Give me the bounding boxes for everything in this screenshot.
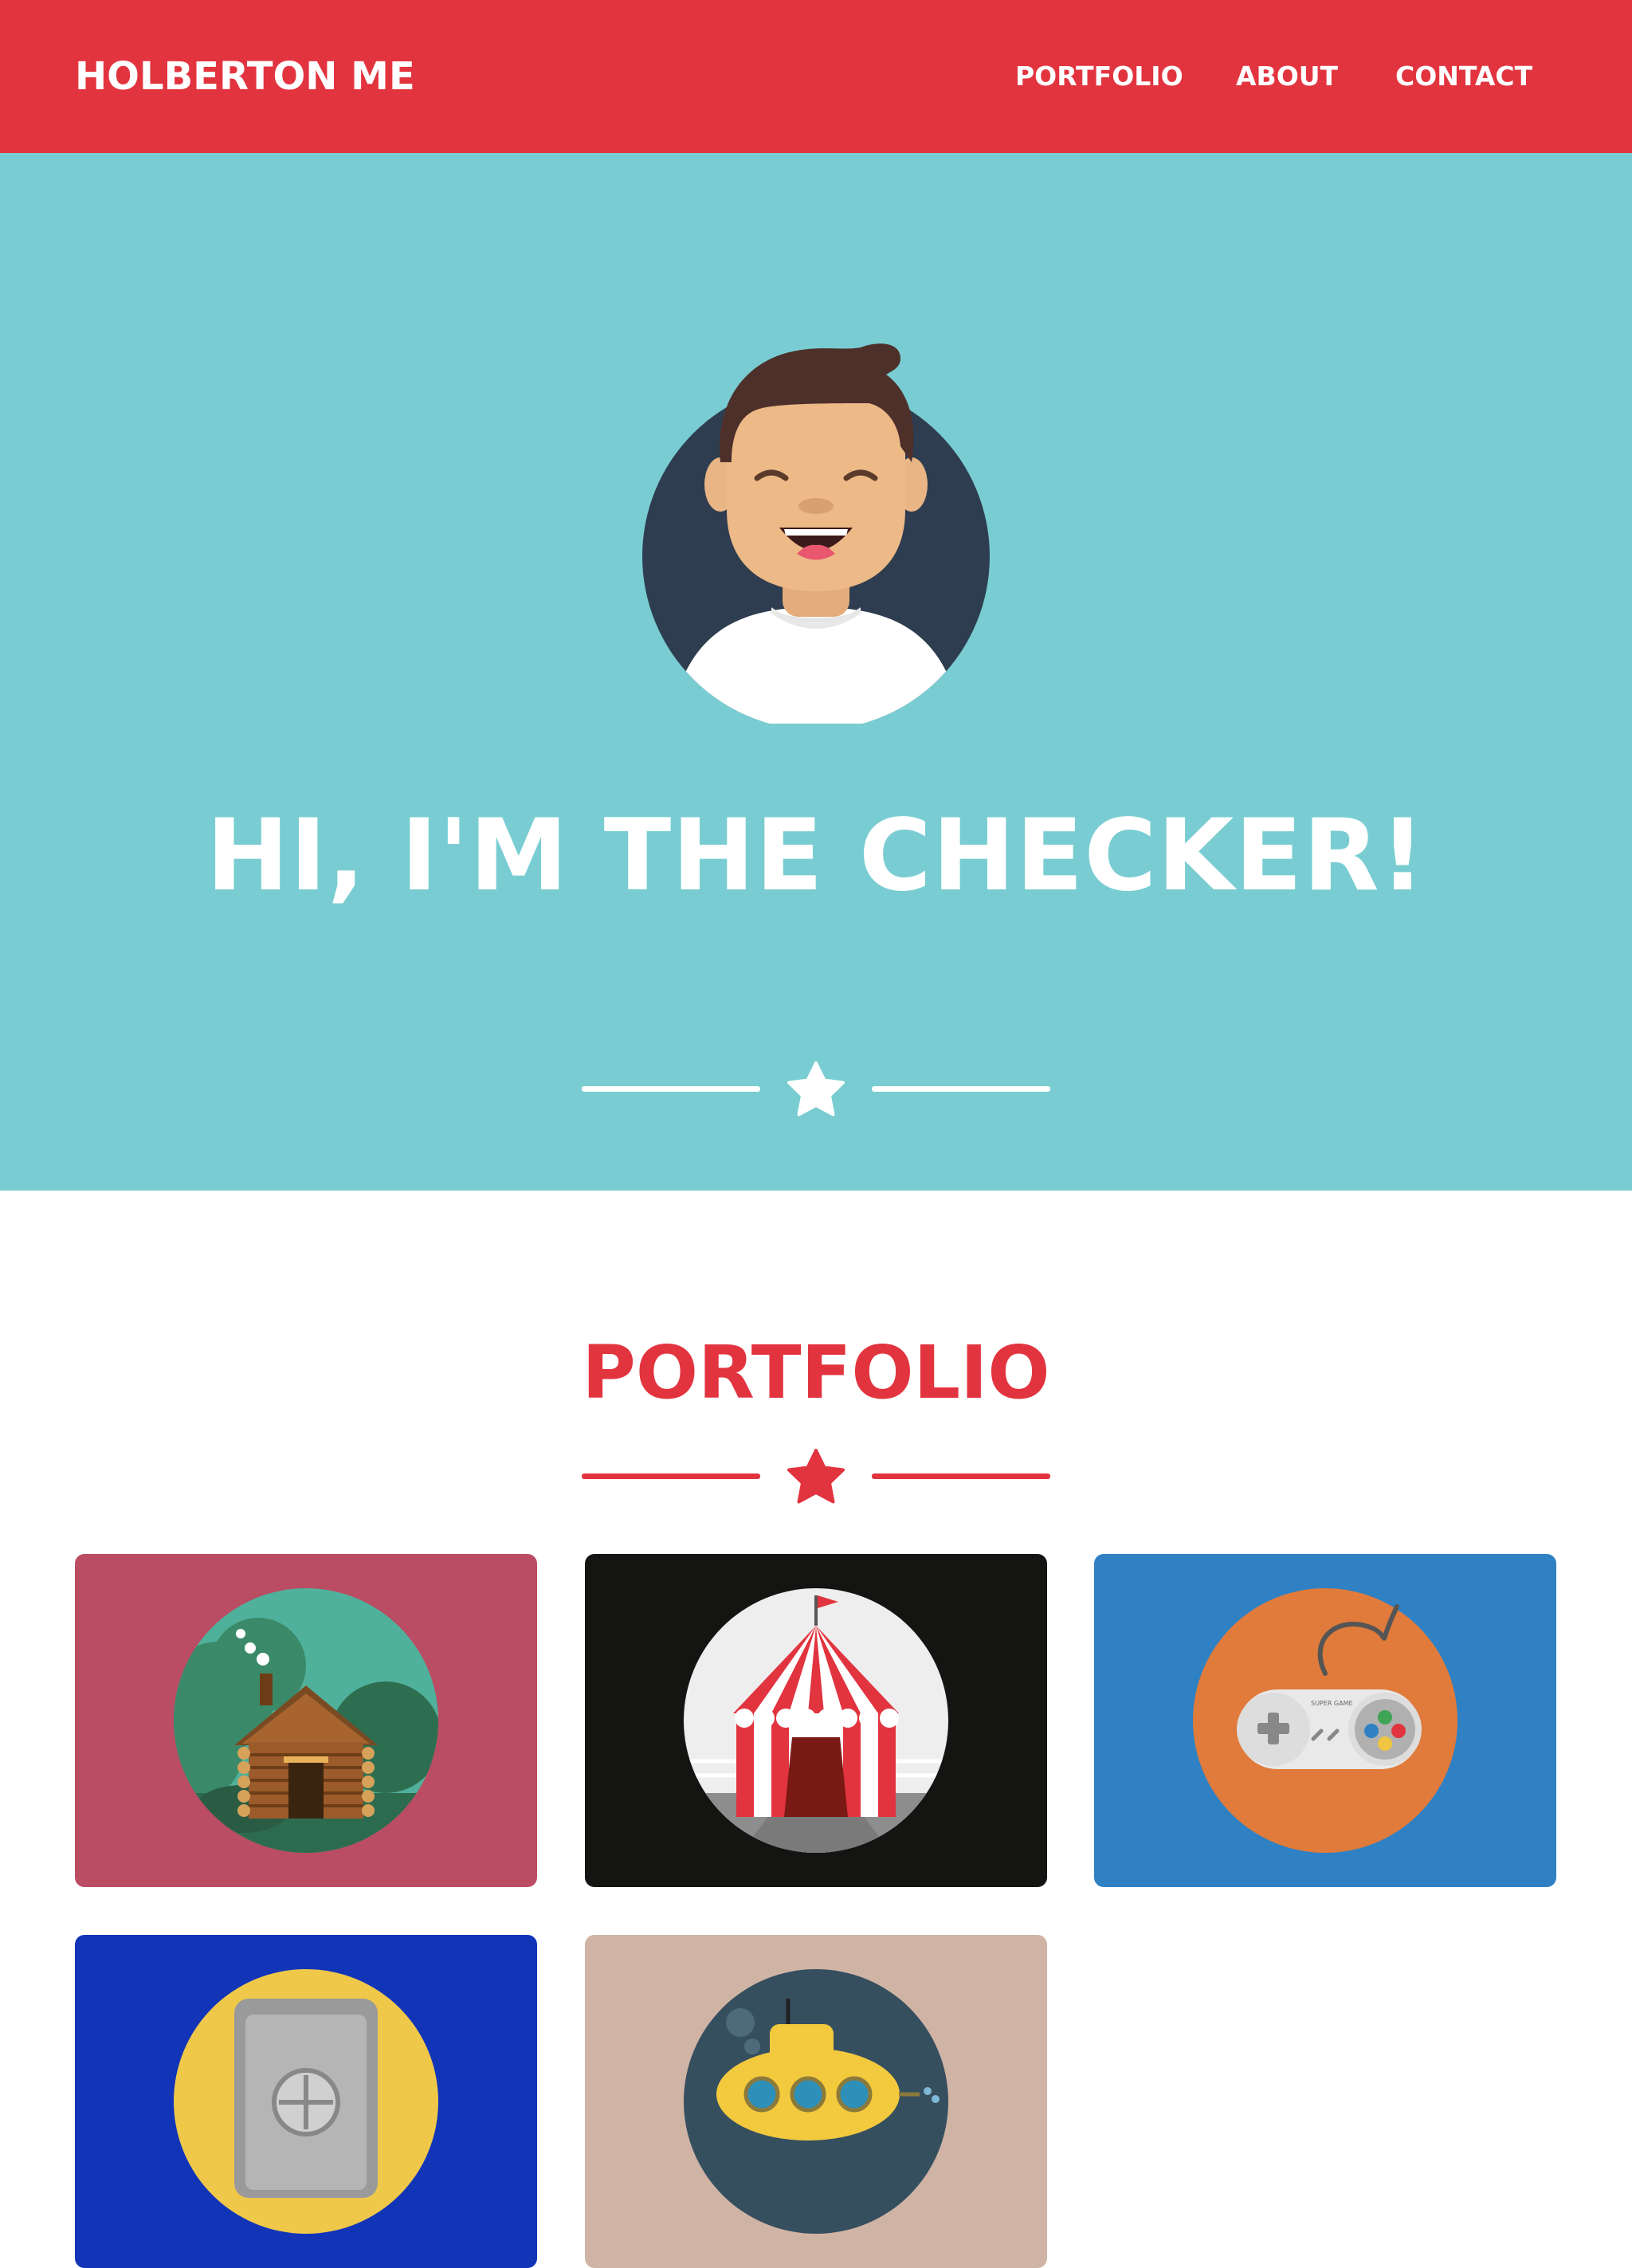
portfolio-title: PORTFOLIO — [582, 1330, 1050, 1415]
nav-link-contact[interactable]: CONTACT — [1395, 61, 1532, 92]
portfolio-item-submarine[interactable] — [585, 1935, 1047, 2268]
divider-line-right — [872, 1473, 1050, 1479]
navbar: HOLBERTON ME PORTFOLIO ABOUT CONTACT — [0, 0, 1632, 153]
portfolio-item-safe[interactable] — [75, 1935, 537, 2268]
star-icon — [787, 1061, 845, 1116]
divider-line-left — [582, 1086, 760, 1092]
nav-link-portfolio[interactable]: PORTFOLIO — [1015, 61, 1183, 92]
brand-link[interactable]: HOLBERTON ME — [75, 54, 415, 99]
portfolio-item-cabin[interactable] — [75, 1554, 537, 1887]
portfolio-divider — [582, 1449, 1050, 1504]
hero-section: HI, I'M THE CHECKER! — [0, 153, 1632, 1191]
controller-label: SUPER GAME — [1311, 1700, 1353, 1707]
divider-line-right — [872, 1086, 1050, 1092]
hero-title: HI, I'M THE CHECKER! — [206, 799, 1426, 913]
circus-tent-icon — [684, 1588, 948, 1853]
avatar-icon — [642, 343, 990, 724]
hero-divider — [582, 1061, 1050, 1116]
submarine-icon — [684, 1969, 948, 2234]
safe-icon — [174, 1969, 438, 2234]
star-icon — [787, 1449, 845, 1504]
game-controller-icon: SUPER GAME — [1193, 1588, 1457, 1853]
portfolio-item-controller[interactable]: SUPER GAME — [1094, 1554, 1556, 1887]
portfolio-item-circus[interactable] — [585, 1554, 1047, 1887]
log-cabin-icon — [174, 1588, 438, 1853]
divider-line-left — [582, 1473, 760, 1479]
nav-link-about[interactable]: ABOUT — [1236, 61, 1338, 92]
